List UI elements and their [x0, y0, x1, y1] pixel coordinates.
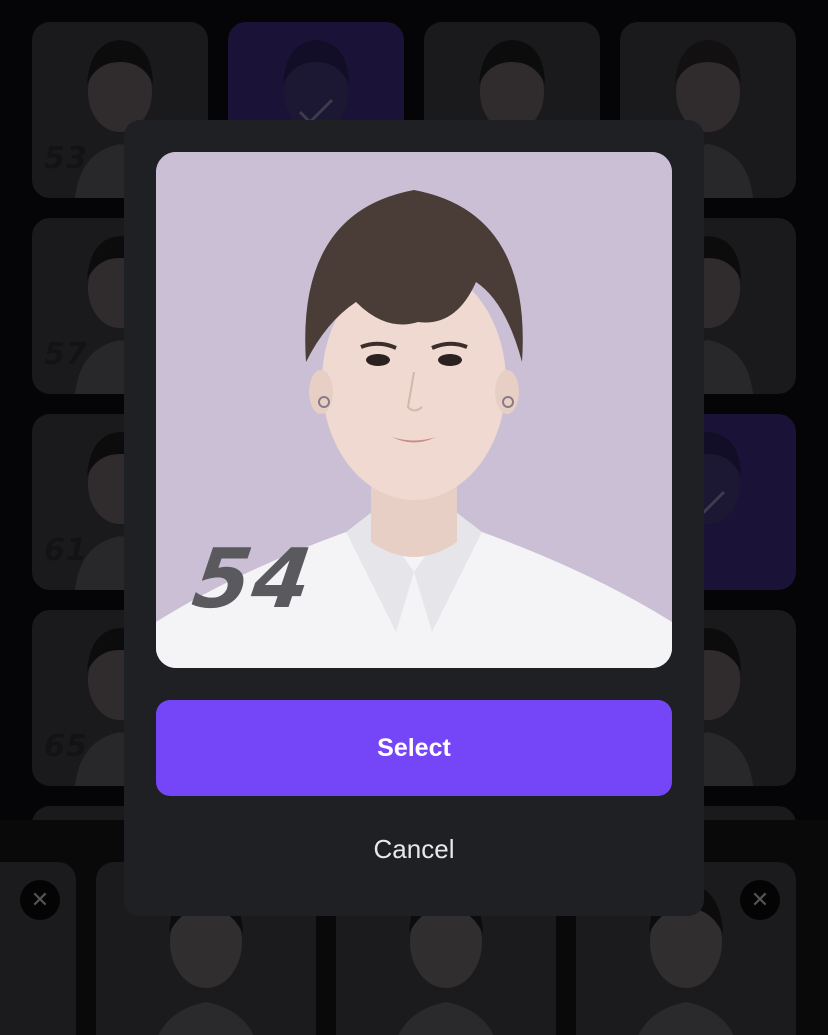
select-confirm-dialog: 54 Select Cancel	[124, 120, 704, 916]
candidate-number: 54	[187, 532, 319, 627]
cancel-button[interactable]: Cancel	[156, 820, 672, 878]
select-button[interactable]: Select	[156, 700, 672, 796]
candidate-photo: 54	[156, 152, 672, 668]
